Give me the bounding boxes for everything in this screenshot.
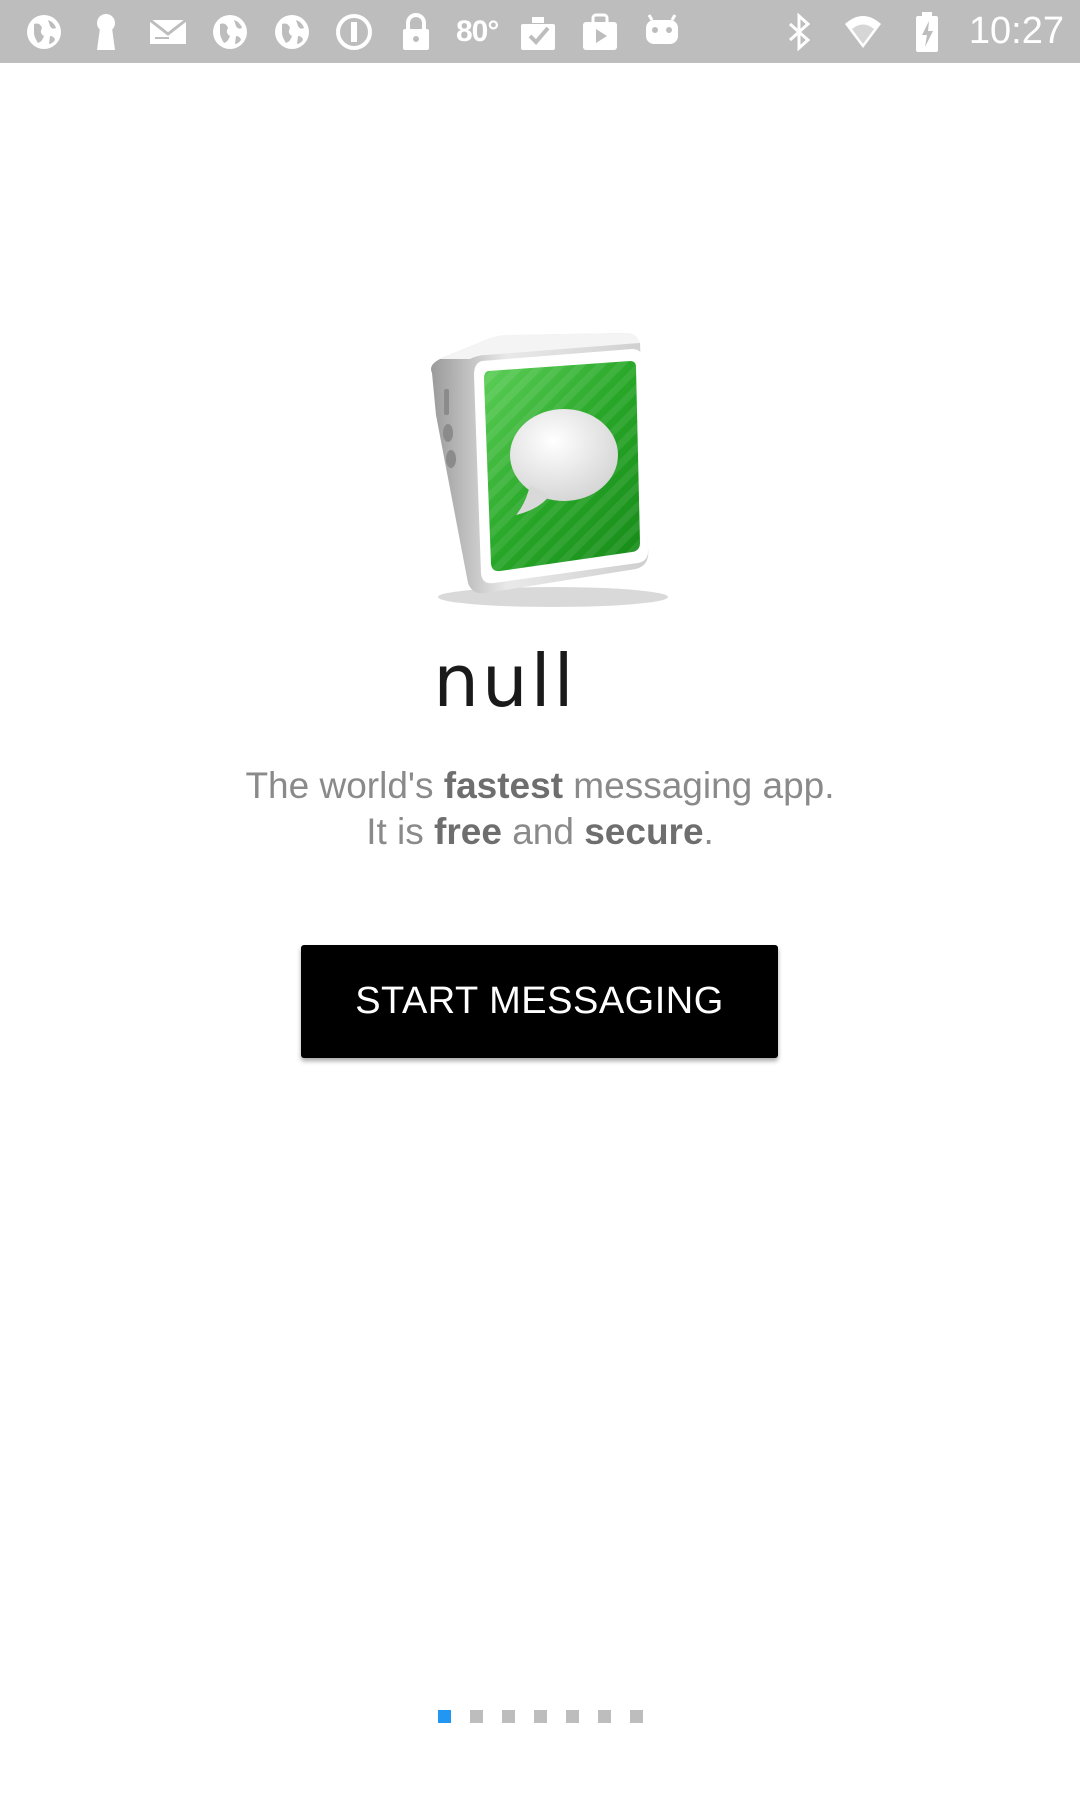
tagline-text: messaging app. — [563, 765, 835, 806]
page-dot[interactable] — [629, 1710, 643, 1723]
tagline-emphasis: free — [434, 811, 502, 852]
messaging-phone-icon — [418, 325, 688, 615]
start-messaging-button[interactable]: START MESSAGING — [301, 945, 778, 1058]
globe-icon — [208, 10, 252, 54]
battery-charging-icon — [905, 10, 949, 54]
android-icon — [640, 10, 684, 54]
page-dot[interactable] — [597, 1710, 611, 1723]
clock-time: 10:27 — [968, 10, 1064, 52]
tagline-line-2: It is free and secure. — [0, 809, 1080, 855]
status-bar-left: 80° — [22, 10, 777, 54]
globe-icon — [22, 10, 66, 54]
page-dot[interactable] — [565, 1710, 579, 1723]
circle-info-icon — [332, 10, 376, 54]
tagline-line-1: The world's fastest messaging app. — [0, 763, 1080, 809]
app-tagline: The world's fastest messaging app. It is… — [0, 763, 1080, 855]
page-dot[interactable] — [533, 1710, 547, 1723]
bluetooth-icon — [777, 10, 821, 54]
clipboard-check-icon — [516, 10, 560, 54]
status-bar-right: 10:27 — [777, 10, 1064, 54]
tagline-emphasis: fastest — [443, 765, 564, 806]
play-store-icon — [578, 10, 622, 54]
tagline-text: It is — [366, 811, 435, 852]
lock-icon — [394, 10, 438, 54]
app-title: null — [433, 639, 577, 723]
status-bar: 80° 10:27 — [0, 0, 1080, 63]
page-indicator — [0, 1710, 1080, 1723]
page-dot[interactable] — [469, 1710, 483, 1723]
onboarding-screen: null The world's fastest messaging app. … — [0, 63, 1080, 1794]
temperature-text: 80° — [456, 14, 499, 48]
page-dot-active[interactable] — [437, 1710, 451, 1723]
globe-icon — [270, 10, 314, 54]
tagline-text: The world's — [245, 765, 444, 806]
tagline-text: . — [703, 811, 714, 852]
page-dot[interactable] — [501, 1710, 515, 1723]
keyhole-icon — [84, 10, 128, 54]
mail-icon — [146, 10, 190, 54]
tagline-text: and — [501, 811, 585, 852]
wifi-icon — [841, 10, 885, 54]
tagline-emphasis: secure — [584, 811, 704, 852]
